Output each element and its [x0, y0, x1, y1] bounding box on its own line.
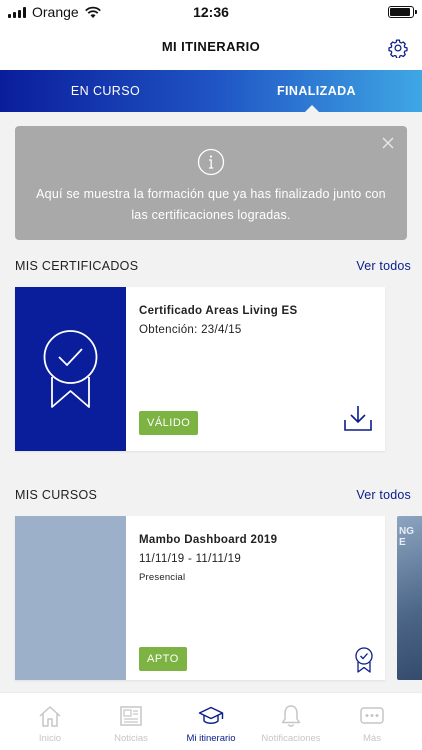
status-bar: Orange 12:36 [0, 0, 422, 24]
more-icon [360, 707, 384, 724]
certificate-image [15, 287, 126, 451]
certificates-title: MIS CERTIFICADOS [15, 259, 139, 273]
tab-label: Inicio [38, 733, 62, 744]
graduation-cap-icon [198, 706, 224, 724]
tab-mi-itinerario[interactable]: Mi itinerario [169, 693, 253, 750]
tab-noticias[interactable]: Noticias [89, 693, 173, 750]
download-icon[interactable] [343, 403, 373, 433]
certificate-card[interactable]: Certificado Areas Living ES Obtención: 2… [15, 287, 385, 451]
courses-title: MIS CURSOS [15, 488, 98, 502]
course-card[interactable]: Mambo Dashboard 2019 11/11/19 - 11/11/19… [15, 516, 385, 680]
course-title: Mambo Dashboard 2019 [139, 534, 278, 546]
next-course-card-peek[interactable]: NG E [397, 516, 422, 680]
segmented-tabs: EN CURSO FINALIZADA [0, 70, 422, 112]
status-badge: APTO [139, 647, 187, 671]
tab-label: Notificaciones [261, 733, 321, 744]
home-icon [39, 706, 61, 727]
courses-see-all-link[interactable]: Ver todos [356, 488, 411, 502]
course-dates: 11/11/19 - 11/11/19 [139, 553, 242, 565]
info-text: Aquí se muestra la formación que ya has … [36, 187, 386, 222]
bell-icon [281, 705, 301, 727]
peek-card-text: NG E [399, 526, 414, 548]
course-mode: Presencial [139, 572, 186, 583]
info-icon [197, 148, 225, 176]
tab-en-curso[interactable]: EN CURSO [0, 70, 211, 112]
page-title: MI ITINERARIO [161, 39, 261, 54]
gear-icon[interactable] [388, 38, 408, 58]
close-icon[interactable] [381, 136, 395, 150]
certificate-date: Obtención: 23/4/15 [139, 324, 242, 336]
tab-label: Más [363, 733, 381, 744]
battery-icon [388, 6, 417, 18]
header: MI ITINERARIO [0, 24, 422, 70]
active-tab-indicator [305, 105, 319, 112]
tab-inicio[interactable]: Inicio [8, 693, 92, 750]
bottom-tab-bar: Inicio Noticias Mi itinerario Notificaci… [0, 692, 422, 750]
tab-mas[interactable]: Más [330, 693, 414, 750]
status-badge: VÁLIDO [139, 411, 199, 435]
status-time: 12:36 [193, 4, 229, 20]
news-icon [120, 706, 142, 726]
tab-notificaciones[interactable]: Notificaciones [249, 693, 333, 750]
tab-label: Mi itinerario [186, 733, 236, 744]
certificates-see-all-link[interactable]: Ver todos [356, 259, 411, 273]
tab-label: Noticias [114, 733, 148, 744]
award-ribbon-icon [43, 330, 98, 408]
certificate-title: Certificado Areas Living ES [139, 305, 298, 317]
course-image [15, 516, 126, 680]
award-icon[interactable] [353, 646, 375, 674]
info-banner: Aquí se muestra la formación que ya has … [15, 126, 407, 240]
